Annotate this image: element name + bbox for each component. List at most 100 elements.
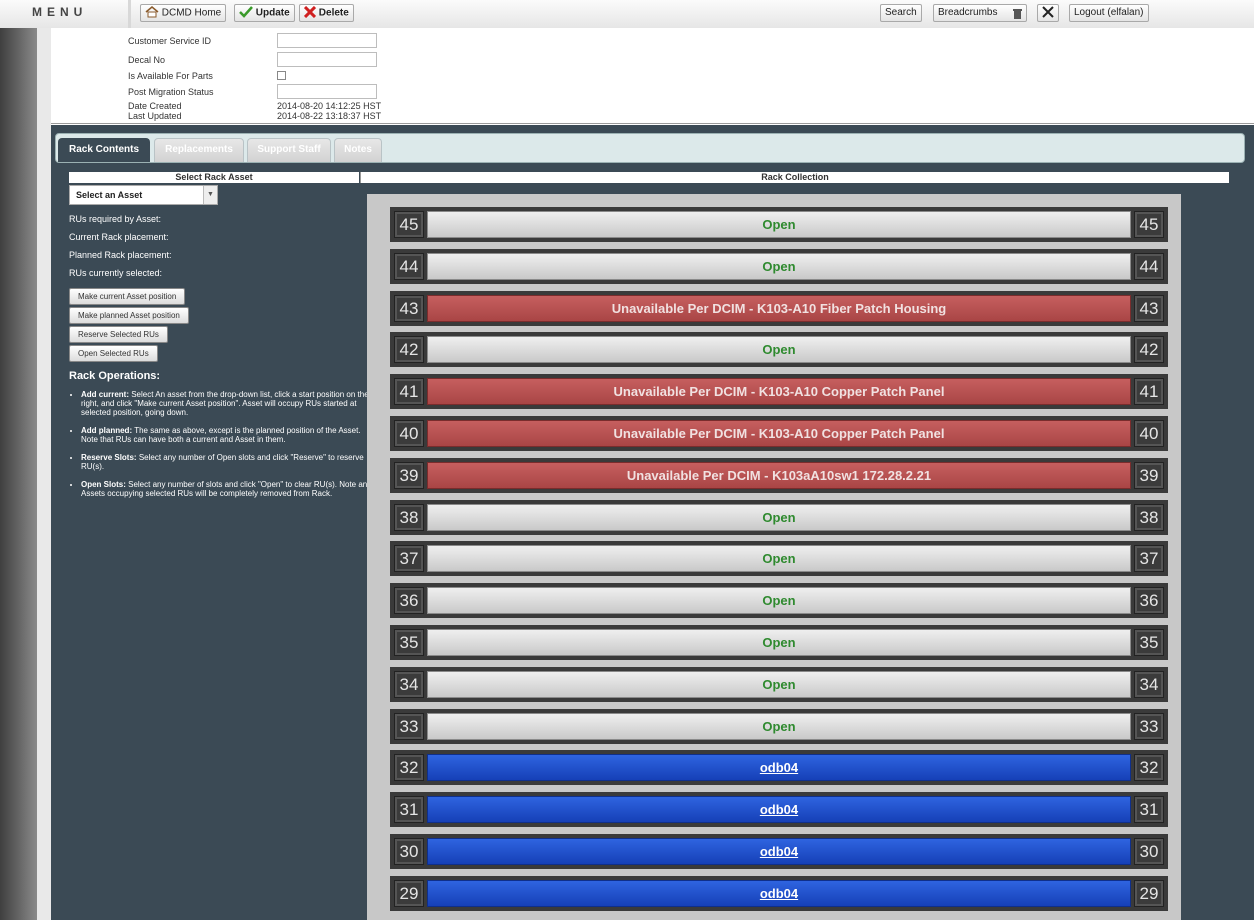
decal-no-label: Decal No (128, 55, 166, 65)
rack-unit-row[interactable]: 38 Open 38 (390, 499, 1168, 535)
delete-button-label: Delete (318, 7, 349, 19)
breadcrumbs-button[interactable]: Breadcrumbs (933, 4, 1027, 22)
ru-number-right: 38 (1134, 503, 1164, 531)
rack-slot[interactable]: Open (427, 545, 1131, 573)
ru-number-left: 38 (394, 503, 424, 531)
rus-required-label: RUs required by Asset: (69, 214, 162, 224)
rack-slot[interactable]: Open (427, 252, 1131, 280)
make-planned-position-button[interactable]: Make planned Asset position (69, 307, 189, 324)
date-created-value: 2014-08-20 14:12:25 HST (277, 101, 382, 111)
rack-slot[interactable]: Open (427, 587, 1131, 615)
rack-asset-link[interactable]: odb04 (427, 879, 1131, 907)
rack-unit-row[interactable]: 39 Unavailable Per DCIM - K103aA10sw1 172… (390, 457, 1168, 493)
rack-slot[interactable]: Open (427, 336, 1131, 364)
toolbar-divider (128, 0, 131, 28)
customer-service-id-field[interactable] (277, 33, 377, 48)
rack-unit-row[interactable]: 32 odb04 32 (390, 750, 1168, 786)
tools-button[interactable] (1037, 4, 1059, 22)
search-button[interactable]: Search (880, 4, 922, 22)
tab-support-staff[interactable]: Support Staff (247, 138, 331, 162)
tab-bar: Rack Contents Replacements Support Staff… (55, 133, 1245, 163)
tab-replacements[interactable]: Replacements (154, 138, 244, 162)
rack-slot[interactable]: Open (427, 211, 1131, 238)
rack-unit-row[interactable]: 37 Open 37 (390, 541, 1168, 577)
chevron-down-icon: ▼ (203, 186, 217, 204)
ru-number-left: 39 (394, 461, 424, 489)
menu-button[interactable]: MENU (32, 5, 87, 19)
rus-selected-label: RUs currently selected: (69, 268, 163, 278)
ru-number-right: 42 (1134, 336, 1164, 364)
ru-number-left: 44 (394, 252, 424, 280)
planned-placement-label: Planned Rack placement: (69, 250, 172, 260)
tab-notes[interactable]: Notes (334, 138, 382, 162)
check-icon (239, 5, 253, 21)
rack-unit-row[interactable]: 45 Open 45 (390, 207, 1168, 242)
ru-number-right: 41 (1134, 378, 1164, 406)
left-sidebar-strip (0, 28, 37, 920)
rack-slot[interactable]: Open (427, 503, 1131, 531)
x-icon (303, 5, 317, 21)
ru-number-left: 36 (394, 587, 424, 615)
rack-slot[interactable]: Open (427, 629, 1131, 656)
update-button-label: Update (255, 7, 290, 19)
rack-slot[interactable]: Unavailable Per DCIM - K103-A10 Copper P… (427, 378, 1131, 406)
rack-unit-row[interactable]: 43 Unavailable Per DCIM - K103-A10 Fiber … (390, 290, 1168, 326)
left-gutter (37, 28, 51, 920)
rack-unit-row[interactable]: 30 odb04 30 (390, 834, 1168, 869)
ru-number-left: 33 (394, 712, 424, 740)
rack-slot[interactable]: Unavailable Per DCIM - K103-A10 Fiber Pa… (427, 294, 1131, 322)
rack-slot[interactable]: Open (427, 712, 1131, 740)
logout-button[interactable]: Logout (elfalan) (1069, 4, 1149, 22)
update-button[interactable]: Update (234, 4, 295, 22)
ru-number-left: 45 (394, 211, 424, 238)
ru-number-right: 40 (1134, 420, 1164, 447)
rack-unit-row[interactable]: 29 odb04 29 (390, 875, 1168, 911)
rack-unit-row[interactable]: 35 Open 35 (390, 625, 1168, 660)
rack-unit-row[interactable]: 44 Open 44 (390, 248, 1168, 284)
rack-unit-row[interactable]: 42 Open 42 (390, 332, 1168, 368)
rack-operation-item: Add current: Select An asset from the dr… (81, 390, 373, 417)
ru-number-left: 43 (394, 294, 424, 322)
ru-number-left: 35 (394, 629, 424, 656)
decal-no-field[interactable] (277, 52, 377, 67)
rack-unit-row[interactable]: 34 Open 34 (390, 666, 1168, 702)
open-selected-button[interactable]: Open Selected RUs (69, 345, 158, 362)
trash-icon[interactable] (1012, 7, 1023, 23)
rack-unit-row[interactable]: 40 Unavailable Per DCIM - K103-A10 Copper… (390, 416, 1168, 451)
rack-asset-link[interactable]: odb04 (427, 796, 1131, 824)
reserve-selected-button[interactable]: Reserve Selected RUs (69, 326, 168, 343)
rack-unit-row[interactable]: 31 odb04 31 (390, 792, 1168, 828)
rack-operation-term: Open Slots: (81, 480, 126, 489)
ru-number-left: 41 (394, 378, 424, 406)
ru-number-right: 30 (1134, 838, 1164, 865)
available-for-parts-label: Is Available For Parts (128, 71, 213, 81)
delete-button[interactable]: Delete (299, 4, 354, 22)
rack-operation-term: Reserve Slots: (81, 453, 137, 462)
asset-select[interactable]: Select an Asset ▼ (69, 185, 218, 205)
rack-operation-term: Add current: (81, 390, 129, 399)
available-for-parts-checkbox[interactable] (277, 71, 286, 80)
rack-slot[interactable]: Open (427, 670, 1131, 698)
rack-unit-row[interactable]: 36 Open 36 (390, 583, 1168, 619)
post-migration-status-field[interactable] (277, 84, 377, 99)
last-updated-label: Last Updated (128, 111, 182, 121)
rack-slot[interactable]: Unavailable Per DCIM - K103aA10sw1 172.2… (427, 461, 1131, 489)
rack-slot[interactable]: Unavailable Per DCIM - K103-A10 Copper P… (427, 420, 1131, 447)
make-current-position-button[interactable]: Make current Asset position (69, 288, 186, 305)
rack-operation-item: Add planned: The same as above, except i… (81, 426, 373, 444)
tab-rack-contents[interactable]: Rack Contents (58, 138, 150, 162)
home-icon (145, 5, 159, 21)
breadcrumbs-label: Breadcrumbs (938, 7, 998, 18)
home-button[interactable]: DCMD Home (140, 4, 227, 22)
rack-asset-link[interactable]: odb04 (427, 754, 1131, 782)
ru-number-left: 40 (394, 420, 424, 447)
ru-number-right: 31 (1134, 796, 1164, 824)
rack-operation-item: Open Slots: Select any number of slots a… (81, 480, 373, 498)
rack-unit-row[interactable]: 41 Unavailable Per DCIM - K103-A10 Copper… (390, 374, 1168, 410)
ru-number-left: 29 (394, 879, 424, 907)
rack-unit-row[interactable]: 33 Open 33 (390, 708, 1168, 744)
rack-asset-link[interactable]: odb04 (427, 838, 1131, 865)
ru-number-right: 34 (1134, 670, 1164, 698)
rack-operation-item: Reserve Slots: Select any number of Open… (81, 453, 373, 471)
ru-number-left: 37 (394, 545, 424, 573)
